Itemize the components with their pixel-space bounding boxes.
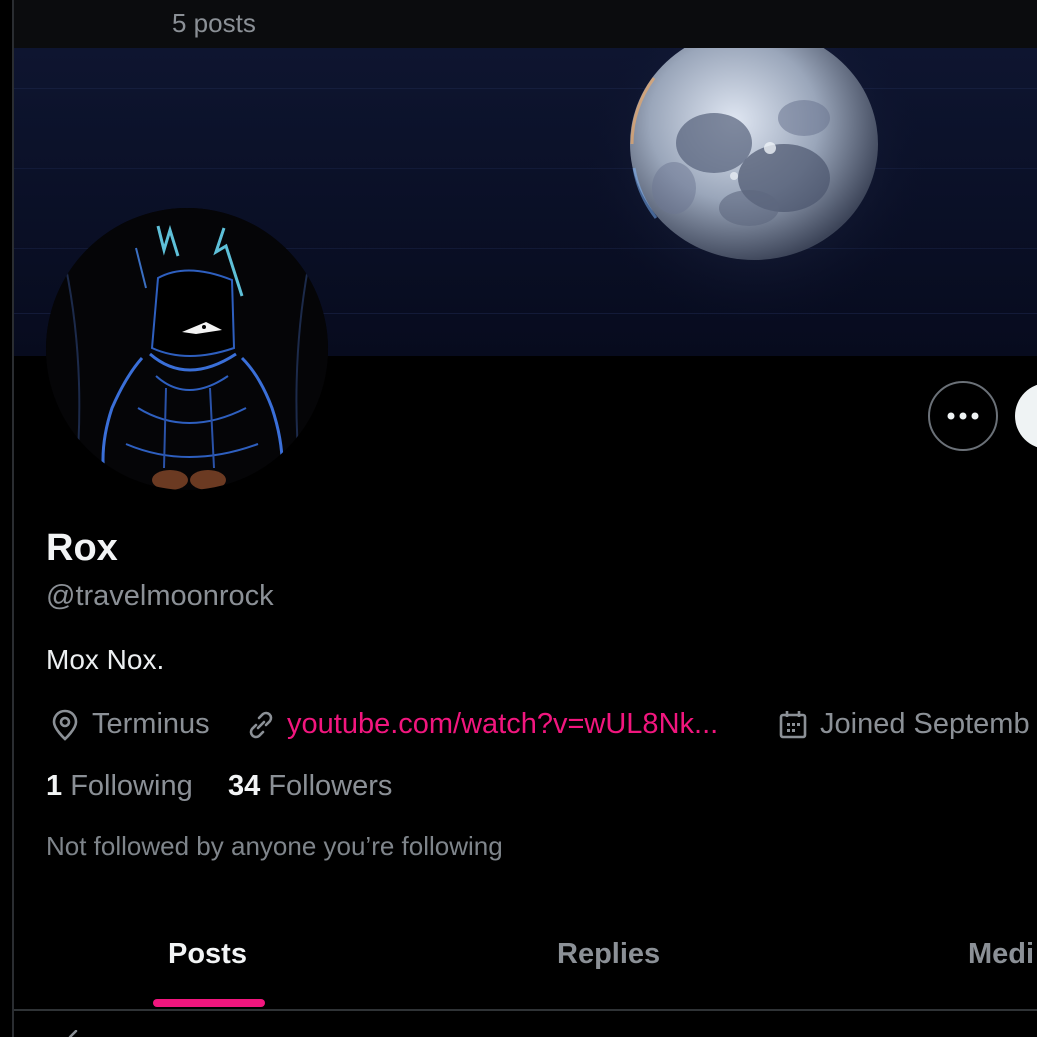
profile-meta-row: Terminus youtube.com/watch?v=wUL8Nk... J…	[46, 704, 1037, 746]
calendar-icon	[779, 711, 807, 739]
following-label: Following	[70, 770, 193, 802]
mutual-followers-note: Not followed by anyone you’re following	[46, 831, 503, 861]
profile-bio: Mox Nox.	[46, 644, 165, 675]
follow-button[interactable]	[1015, 383, 1037, 449]
display-name: Rox	[46, 527, 118, 569]
active-tab-indicator	[153, 999, 265, 1007]
profile-avatar[interactable]	[46, 208, 328, 490]
arrow-left-icon[interactable]	[60, 0, 90, 12]
cut-off-icon	[68, 1030, 78, 1037]
tab-posts[interactable]: Posts	[168, 938, 247, 971]
user-handle: @travelmoonrock	[46, 580, 274, 612]
more-dots-icon	[947, 412, 979, 420]
followers-count: 34	[228, 770, 261, 802]
location-text: Terminus	[92, 708, 210, 740]
more-options-button[interactable]	[928, 381, 998, 451]
tab-replies[interactable]: Replies	[557, 938, 660, 971]
tabs-divider	[14, 1009, 1037, 1011]
following-stat[interactable]: 1 Following	[46, 770, 193, 803]
link-icon	[249, 711, 273, 739]
profile-page: 5 posts Rox @travelmoonrock Mox Nox. Ter…	[0, 0, 1037, 1037]
joined-date: Joined Septemb	[820, 708, 1030, 740]
tab-media[interactable]: Medi	[968, 938, 1034, 971]
following-count: 1	[46, 770, 63, 802]
website-link[interactable]: youtube.com/watch?v=wUL8Nk...	[287, 708, 718, 741]
top-header: 5 posts	[14, 0, 1037, 48]
followers-stat[interactable]: 34 Followers	[228, 770, 392, 803]
followers-label: Followers	[268, 770, 393, 802]
location-pin-icon	[52, 709, 78, 741]
post-count: 5 posts	[172, 8, 256, 38]
